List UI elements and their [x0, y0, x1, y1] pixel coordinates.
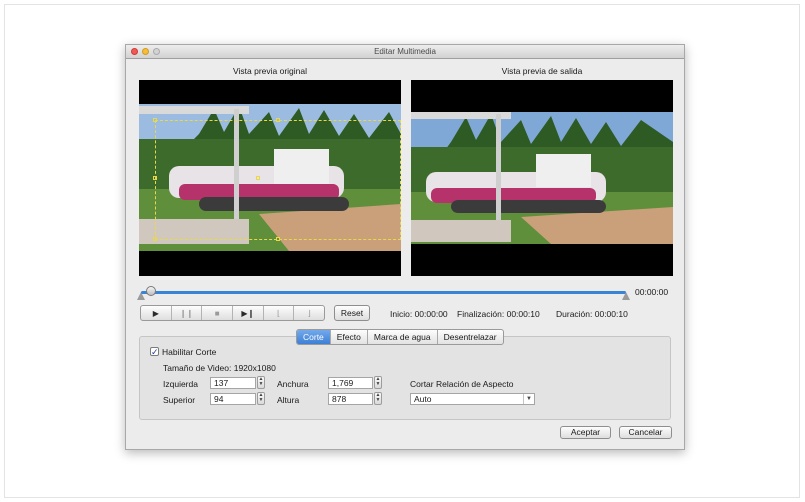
aspect-ratio-value: Auto	[414, 394, 432, 404]
mark-in-icon[interactable]: ⌊	[264, 306, 295, 320]
output-preview-video	[411, 80, 673, 276]
start-time: Inicio: 00:00:00	[390, 309, 448, 319]
top-stepper[interactable]: ▲ ▼	[257, 392, 265, 405]
aspect-ratio-label: Cortar Relación de Aspecto	[410, 379, 514, 389]
timeline-track[interactable]	[141, 291, 626, 294]
tab-corte[interactable]: Corte	[297, 330, 331, 344]
height-stepper[interactable]: ▲ ▼	[374, 392, 382, 405]
left-stepper[interactable]: ▲ ▼	[257, 376, 265, 389]
video-size-label: Tamaño de Video: 1920x1080	[163, 363, 276, 373]
original-preview-video	[139, 80, 401, 276]
end-marker[interactable]	[622, 292, 630, 300]
crop-handle-top-left[interactable]	[153, 118, 157, 122]
chevron-down-icon: ▼	[523, 394, 534, 404]
settings-tabs: Corte Efecto Marca de agua Desentrelazar	[296, 329, 504, 345]
edit-media-window: Editar Multimedia Vista previa original …	[125, 44, 685, 450]
height-field[interactable]: 878	[328, 393, 373, 405]
width-label: Anchura	[277, 379, 309, 389]
play-icon[interactable]: ▶	[141, 306, 172, 320]
enable-crop-checkbox[interactable]: ✓	[150, 347, 159, 357]
height-label: Altura	[277, 395, 300, 405]
next-frame-icon[interactable]: ▶❙	[233, 306, 264, 320]
current-time-readout: 00:00:00	[635, 287, 669, 297]
pause-icon[interactable]: ❙❙	[172, 306, 203, 320]
duration-time: Duración: 00:00:10	[556, 309, 628, 319]
tab-efecto[interactable]: Efecto	[331, 330, 368, 344]
crop-handle-center[interactable]	[256, 176, 260, 180]
top-label: Superior	[163, 395, 196, 405]
crop-handle-bottom[interactable]	[276, 237, 280, 241]
width-stepper[interactable]: ▲ ▼	[374, 376, 382, 389]
enable-crop-label: Habilitar Corte	[162, 347, 217, 357]
tab-desentrelazar[interactable]: Desentrelazar	[438, 330, 503, 344]
reset-button[interactable]: Reset	[334, 305, 370, 321]
output-video-frame	[411, 112, 673, 244]
aspect-ratio-select[interactable]: Auto ▼	[410, 393, 535, 405]
mark-out-icon[interactable]: ⌋	[294, 306, 324, 320]
crop-handle-top[interactable]	[276, 118, 280, 122]
crop-handle-bottom-left[interactable]	[153, 237, 157, 241]
cancel-button[interactable]: Cancelar	[619, 426, 672, 439]
original-preview-label: Vista previa original	[232, 66, 308, 76]
end-time: Finalización: 00:00:10	[457, 309, 540, 319]
top-field[interactable]: 94	[210, 393, 256, 405]
left-label: Izquierda	[163, 379, 198, 389]
width-field[interactable]: 1,769	[328, 377, 373, 389]
crop-region-frame[interactable]	[155, 120, 401, 240]
output-preview-label: Vista previa de salida	[501, 66, 583, 76]
stop-icon[interactable]: ■	[202, 306, 234, 320]
window-title: Editar Multimedia	[374, 47, 436, 56]
timeline-thumb[interactable]	[146, 286, 156, 296]
left-field[interactable]: 137	[210, 377, 256, 389]
title-bar: Editar Multimedia	[126, 45, 684, 59]
crop-handle-left[interactable]	[153, 176, 157, 180]
transport-controls: ▶ ❙❙ ■ ▶❙ ⌊ ⌋	[140, 305, 325, 321]
accept-button[interactable]: Aceptar	[560, 426, 611, 439]
tab-marca-de-agua[interactable]: Marca de agua	[368, 330, 438, 344]
